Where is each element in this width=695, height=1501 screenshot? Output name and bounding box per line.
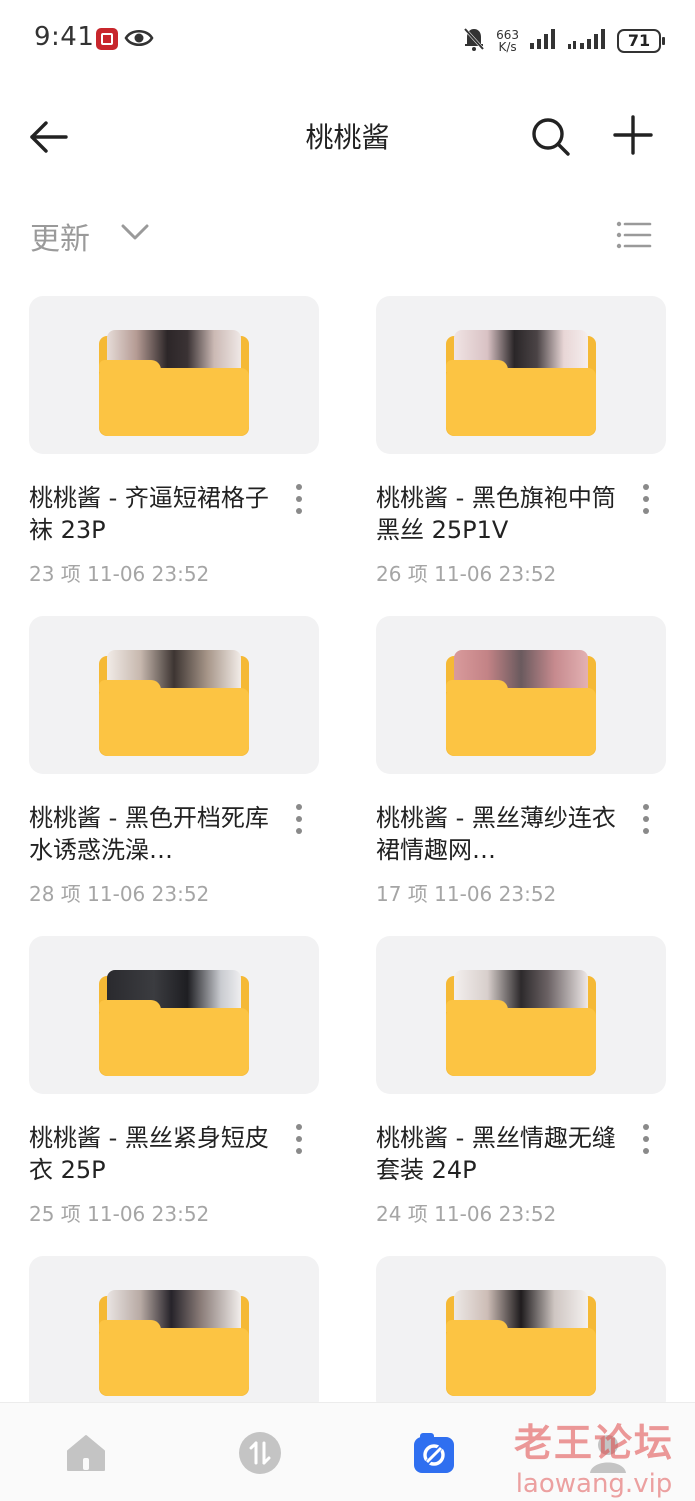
search-icon[interactable] (528, 114, 574, 160)
folder-card[interactable] (376, 1256, 666, 1414)
folder-name: 桃桃酱 - 黑色旗袍中筒黑丝 25P1V (376, 484, 616, 544)
network-speed-unit: K/s (498, 40, 517, 54)
page-title: 桃桃酱 (305, 121, 390, 154)
more-options-icon[interactable] (293, 1124, 305, 1154)
folder-name: 桃桃酱 - 齐逼短裙格子袜 23P (29, 484, 269, 544)
folder-card[interactable]: 桃桃酱 - 黑色旗袍中筒黑丝 25P1V 26 项 11-06 23:52 (376, 296, 666, 587)
folder-card[interactable]: 桃桃酱 - 黑丝薄纱连衣裙情趣网… 17 项 11-06 23:52 (376, 616, 666, 907)
nav-profile-icon[interactable] (586, 1431, 630, 1475)
folder-meta: 25 项 11-06 23:52 (29, 1202, 210, 1226)
folder-name: 桃桃酱 - 黑色开档死库水诱惑洗澡… (29, 804, 269, 864)
sort-dropdown-label[interactable]: 更新 (30, 214, 90, 258)
list-view-icon[interactable] (616, 220, 652, 254)
folder-card[interactable]: 桃桃酱 - 黑丝情趣无缝套装 24P 24 项 11-06 23:52 (376, 936, 666, 1227)
network-speed: 663 K/s (496, 29, 519, 53)
eye-icon (124, 26, 154, 54)
status-time: 9:41 (34, 22, 95, 52)
folder-card[interactable]: 桃桃酱 - 黑丝紧身短皮衣 25P 25 项 11-06 23:52 (29, 936, 319, 1227)
folder-thumbnail[interactable] (29, 1256, 319, 1414)
folder-thumbnail[interactable] (29, 296, 319, 454)
folder-thumbnail[interactable] (376, 936, 666, 1094)
folder-name: 桃桃酱 - 黑丝薄纱连衣裙情趣网… (376, 804, 616, 864)
nav-cloud-drive-icon[interactable] (412, 1431, 456, 1475)
nav-home-icon[interactable] (64, 1431, 108, 1475)
folder-thumbnail[interactable] (376, 616, 666, 774)
chevron-down-icon[interactable] (120, 222, 150, 246)
folder-thumbnail[interactable] (29, 936, 319, 1094)
more-options-icon[interactable] (640, 804, 652, 834)
folder-meta: 17 项 11-06 23:52 (376, 882, 557, 906)
folder-meta: 24 项 11-06 23:52 (376, 1202, 557, 1226)
folder-meta: 23 项 11-06 23:52 (29, 562, 210, 586)
folder-thumbnail[interactable] (376, 1256, 666, 1414)
mute-bell-icon (462, 26, 486, 56)
top-app-bar: 桃桃酱 (0, 100, 695, 174)
battery-icon: 71 (617, 29, 665, 53)
more-options-icon[interactable] (293, 804, 305, 834)
more-options-icon[interactable] (640, 484, 652, 514)
folder-thumbnail[interactable] (376, 296, 666, 454)
folder-name: 桃桃酱 - 黑丝紧身短皮衣 25P (29, 1124, 269, 1184)
folder-card[interactable] (29, 1256, 319, 1414)
bottom-nav (0, 1402, 695, 1501)
add-icon[interactable] (610, 112, 656, 158)
signal-icon (529, 27, 557, 55)
app-notification-icon (96, 28, 118, 50)
nav-transfer-icon[interactable] (238, 1431, 282, 1475)
more-options-icon[interactable] (640, 1124, 652, 1154)
folder-card[interactable]: 桃桃酱 - 黑色开档死库水诱惑洗澡… 28 项 11-06 23:52 (29, 616, 319, 907)
folder-thumbnail[interactable] (29, 616, 319, 774)
signal-icon-2 (567, 27, 607, 55)
more-options-icon[interactable] (293, 484, 305, 514)
folder-name: 桃桃酱 - 黑丝情趣无缝套装 24P (376, 1124, 616, 1184)
folder-card[interactable]: 桃桃酱 - 齐逼短裙格子袜 23P 23 项 11-06 23:52 (29, 296, 319, 587)
status-bar: 9:41 663 K/s 71 (0, 0, 695, 80)
sort-bar: 更新 (0, 206, 695, 266)
folder-meta: 28 项 11-06 23:52 (29, 882, 210, 906)
folder-meta: 26 项 11-06 23:52 (376, 562, 557, 586)
